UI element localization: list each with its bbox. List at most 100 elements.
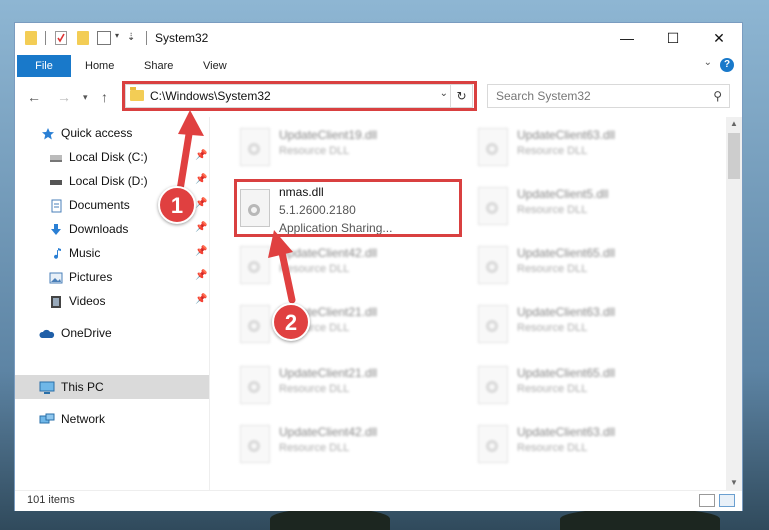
file-type: Resource DLL bbox=[517, 322, 588, 334]
navigation-bar: ← → ▾ ↑ C:\Windows\System32 ⌄ ↻ Search S… bbox=[15, 77, 742, 117]
navigation-pane: Quick access Local Disk (C:) 📌 Local Dis… bbox=[15, 117, 210, 490]
file-name: UpdateClient19.dll bbox=[279, 128, 378, 142]
properties-icon[interactable] bbox=[55, 31, 67, 45]
status-bar: 101 items bbox=[15, 490, 742, 511]
expand-ribbon-icon[interactable]: ⌄ bbox=[704, 57, 712, 68]
file-type: Resource DLL bbox=[517, 204, 588, 216]
computer-icon bbox=[39, 380, 55, 394]
file-name: UpdateClient63.dll bbox=[517, 128, 616, 142]
search-box[interactable]: Search System32 ⚲ bbox=[487, 84, 730, 108]
chevron-down-icon[interactable]: ▾ bbox=[115, 31, 119, 45]
tab-home[interactable]: Home bbox=[85, 55, 114, 77]
dll-file-icon bbox=[240, 246, 270, 284]
cloud-icon bbox=[39, 326, 55, 340]
search-icon[interactable]: ⚲ bbox=[713, 89, 722, 103]
file-type: Resource DLL bbox=[279, 383, 350, 395]
file-item[interactable]: UpdateClient21.dll Resource DLL bbox=[230, 360, 460, 410]
up-arrow-icon[interactable]: ↑ bbox=[101, 89, 108, 105]
file-name: UpdateClient63.dll bbox=[517, 425, 616, 439]
sidebar-item-label: Quick access bbox=[61, 126, 133, 140]
chevron-down-icon[interactable]: ⌄ bbox=[440, 88, 448, 99]
file-name: UpdateClient65.dll bbox=[517, 366, 616, 380]
dll-file-icon bbox=[478, 425, 508, 463]
sidebar-item-label: Downloads bbox=[69, 222, 129, 236]
close-button[interactable]: ✕ bbox=[696, 23, 742, 53]
ribbon-tabs: File Home Share View ⌄ ? bbox=[15, 53, 742, 78]
file-name: UpdateClient5.dll bbox=[517, 187, 609, 201]
large-icons-view-icon[interactable] bbox=[719, 494, 735, 507]
file-name: nmas.dll bbox=[279, 185, 324, 199]
details-view-icon[interactable] bbox=[699, 494, 715, 507]
drive-icon bbox=[49, 174, 63, 188]
refresh-icon[interactable]: ↻ bbox=[450, 85, 472, 107]
folder-icon bbox=[130, 87, 144, 101]
explorer-window: ▾ ⇣ System32 — ☐ ✕ File Home Share View … bbox=[14, 22, 743, 511]
back-arrow-icon[interactable]: ← bbox=[27, 89, 41, 105]
file-item[interactable]: UpdateClient5.dll Resource DLL bbox=[468, 181, 698, 231]
file-item[interactable]: UpdateClient65.dll Resource DLL bbox=[468, 240, 698, 290]
file-item[interactable]: UpdateClient42.dll Resource DLL bbox=[230, 240, 460, 290]
recent-locations-icon[interactable]: ▾ bbox=[83, 92, 88, 103]
dll-file-icon bbox=[240, 128, 270, 166]
sidebar-item-label: Videos bbox=[69, 294, 106, 308]
desktop-silhouette bbox=[560, 508, 720, 530]
file-name: UpdateClient42.dll bbox=[279, 246, 378, 260]
view-options-icon[interactable] bbox=[97, 31, 111, 45]
scroll-thumb[interactable] bbox=[728, 133, 740, 179]
documents-icon bbox=[49, 198, 63, 213]
download-icon bbox=[49, 222, 63, 236]
maximize-button[interactable]: ☐ bbox=[650, 23, 696, 53]
search-input[interactable]: Search System32 bbox=[496, 89, 591, 103]
address-path: C:\Windows\System32 bbox=[150, 89, 271, 103]
sidebar-item-label: OneDrive bbox=[61, 326, 112, 340]
file-type: Resource DLL bbox=[517, 263, 588, 275]
file-item[interactable]: UpdateClient63.dll Resource DLL bbox=[468, 299, 698, 349]
folder-icon bbox=[25, 31, 37, 45]
vertical-scrollbar[interactable]: ▲ ▼ bbox=[726, 117, 742, 490]
file-name: UpdateClient63.dll bbox=[517, 305, 616, 319]
customize-toolbar-icon[interactable]: ⇣ bbox=[127, 31, 135, 45]
sidebar-item-label: Network bbox=[61, 412, 106, 426]
file-name: UpdateClient42.dll bbox=[279, 425, 378, 439]
dll-file-icon bbox=[478, 128, 508, 166]
sidebar-item-label: Music bbox=[69, 246, 101, 260]
tab-view[interactable]: View bbox=[203, 55, 227, 77]
sidebar-item-label: Local Disk (C:) bbox=[69, 150, 148, 164]
dll-file-icon bbox=[478, 305, 508, 343]
videos-icon bbox=[49, 294, 63, 308]
file-version: 5.1.2600.2180 bbox=[279, 203, 356, 217]
pin-icon[interactable]: 📌 bbox=[195, 174, 207, 185]
file-type: Resource DLL bbox=[279, 442, 350, 454]
pin-icon[interactable]: 📌 bbox=[195, 150, 207, 161]
file-item[interactable]: UpdateClient63.dll Resource DLL bbox=[468, 419, 698, 469]
file-type: Resource DLL bbox=[517, 145, 588, 157]
new-folder-icon[interactable] bbox=[77, 31, 89, 45]
file-name: UpdateClient65.dll bbox=[517, 246, 616, 260]
scroll-up-icon[interactable]: ▲ bbox=[726, 117, 742, 131]
file-item[interactable]: UpdateClient21.dll Resource DLL bbox=[230, 299, 460, 349]
dll-file-icon bbox=[240, 366, 270, 404]
pictures-icon bbox=[49, 270, 63, 284]
pin-icon[interactable]: 📌 bbox=[195, 198, 207, 209]
forward-arrow-icon[interactable]: → bbox=[57, 89, 71, 105]
dll-file-icon bbox=[478, 187, 508, 225]
tab-file[interactable]: File bbox=[17, 55, 71, 77]
file-item[interactable]: UpdateClient19.dll Resource DLL bbox=[230, 122, 460, 172]
pin-icon[interactable]: 📌 bbox=[195, 246, 207, 257]
file-item-nmas-dll[interactable]: nmas.dll 5.1.2600.2180 Application Shari… bbox=[230, 179, 460, 237]
file-item[interactable]: UpdateClient65.dll Resource DLL bbox=[468, 360, 698, 410]
item-count: 101 items bbox=[27, 494, 75, 506]
address-bar[interactable]: C:\Windows\System32 ⌄ ↻ bbox=[125, 84, 473, 108]
file-type: Resource DLL bbox=[279, 263, 350, 275]
help-icon[interactable]: ? bbox=[720, 58, 734, 72]
file-item[interactable]: UpdateClient42.dll Resource DLL bbox=[230, 419, 460, 469]
tab-share[interactable]: Share bbox=[144, 55, 173, 77]
sidebar-item-label: This PC bbox=[61, 380, 104, 394]
scroll-down-icon[interactable]: ▼ bbox=[726, 476, 742, 490]
pin-icon[interactable]: 📌 bbox=[195, 270, 207, 281]
star-icon bbox=[41, 126, 55, 140]
pin-icon[interactable]: 📌 bbox=[195, 294, 207, 305]
pin-icon[interactable]: 📌 bbox=[195, 222, 207, 233]
minimize-button[interactable]: — bbox=[604, 23, 650, 53]
file-item[interactable]: UpdateClient63.dll Resource DLL bbox=[468, 122, 698, 172]
